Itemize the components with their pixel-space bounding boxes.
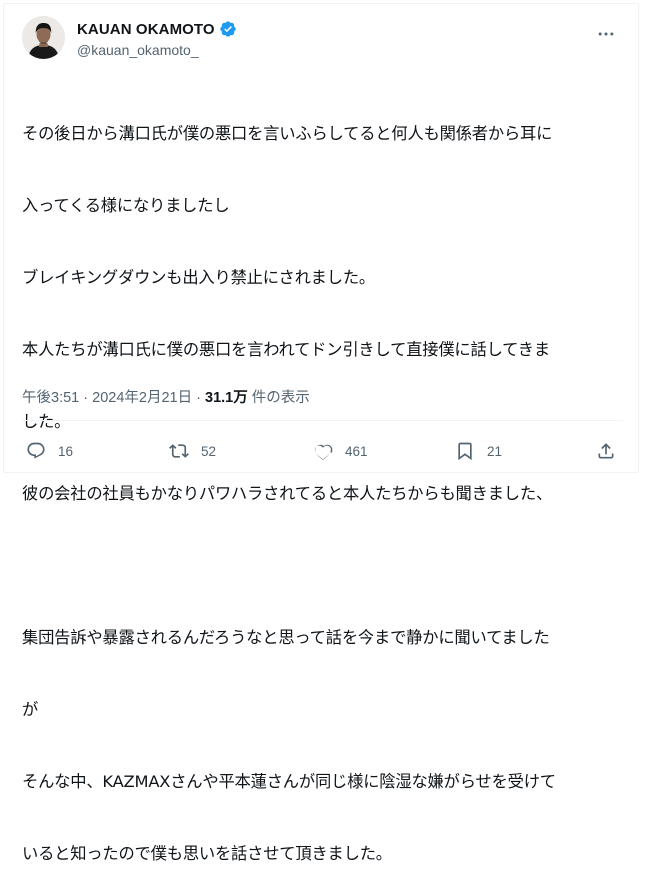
display-name[interactable]: KAUAN OKAMOTO [77, 21, 215, 38]
post-text-line: 集団告訴や暴露されるんだろうなと思って話を今まで静かに聞いてました [22, 628, 550, 647]
heart-icon [313, 441, 333, 461]
views-label: 件の表示 [251, 390, 310, 406]
post-text-line: した。 [22, 412, 71, 431]
verified-badge-icon[interactable] [219, 20, 237, 38]
post-text-line: ブレイキングダウンも出入り禁止にされました。 [22, 268, 375, 287]
divider [22, 420, 623, 421]
repost-icon [169, 441, 189, 461]
meta-separator: · [83, 390, 89, 406]
bookmark-icon [455, 441, 475, 461]
author-names: KAUAN OKAMOTO @kauan_okamoto_ [77, 19, 237, 58]
post-text-line: 彼の会社の社員もかなりパワハラされてると本人たちからも聞きました、 [22, 484, 553, 503]
share-icon [596, 441, 616, 461]
post-text-line: 入ってくる様になりましたし [22, 196, 230, 215]
bookmark-button[interactable]: 21 [455, 436, 502, 466]
share-button[interactable] [596, 436, 616, 466]
post-text-line [22, 554, 632, 578]
avatar[interactable] [22, 16, 65, 59]
author-handle[interactable]: @kauan_okamoto_ [77, 42, 237, 58]
post-text-line: 本人たちが溝口氏に僕の悪口を言われてドン引きして直接僕に話してきま [22, 340, 550, 359]
repost-button[interactable]: 52 [169, 436, 216, 466]
post-text-line: その後日から溝口氏が僕の悪口を言いふらしてると何人も関係者から耳に [22, 124, 553, 143]
post-text: その後日から溝口氏が僕の悪口を言いふらしてると何人も関係者から耳に 入ってくる様… [22, 74, 632, 890]
action-bar: 16 52 461 21 [22, 436, 622, 466]
like-button[interactable]: 461 [313, 436, 368, 466]
reply-count: 16 [58, 443, 74, 459]
post-time[interactable]: 午後3:51 [22, 390, 79, 406]
post-header: KAUAN OKAMOTO @kauan_okamoto_ [22, 16, 622, 66]
bookmark-count: 21 [487, 443, 503, 459]
post-text-line: いると知ったので僕も思いを話させて頂きました。 [22, 844, 392, 863]
post-date[interactable]: 2024年2月21日 [92, 390, 192, 406]
reply-icon [26, 441, 46, 461]
avatar-image [22, 16, 65, 59]
views-count: 31.1万 [205, 390, 248, 406]
more-options-icon[interactable] [594, 24, 618, 44]
post-text-line: そんな中、KAZMAXさんや平本蓮さんが同じ様に陰湿な嫌がらせを受けて [22, 772, 556, 791]
repost-count: 52 [201, 443, 217, 459]
meta-separator: · [196, 390, 201, 406]
reply-button[interactable]: 16 [26, 436, 73, 466]
like-count: 461 [345, 443, 368, 459]
display-name-row: KAUAN OKAMOTO [77, 19, 237, 39]
post-metadata: 午後3:51 · 2024年2月21日 · 31.1万 件の表示 [22, 386, 310, 407]
post-text-line: が [22, 700, 39, 719]
